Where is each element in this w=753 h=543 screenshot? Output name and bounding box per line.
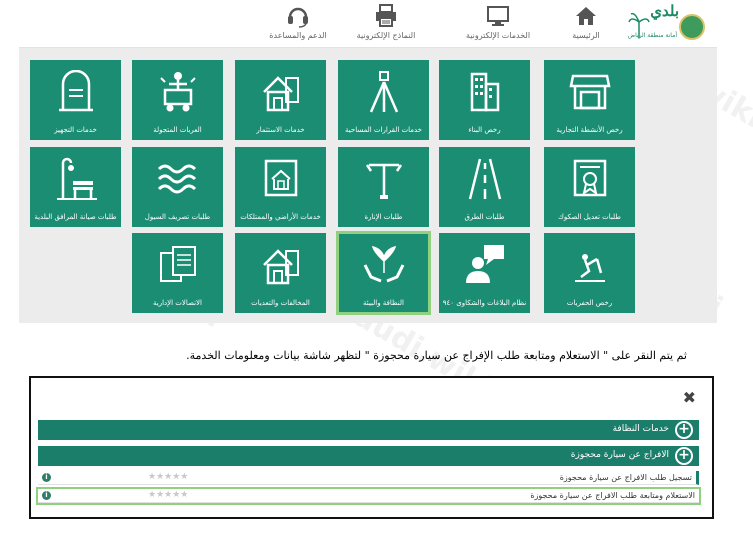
road-icon [468,158,501,200]
instruction-text: ثم يتم النقر على " الاستعلام ومتابعة طلب… [186,349,687,362]
tile-land-properties[interactable]: خدمات الأراضي والممتلكات [235,147,326,227]
expand-plus-icon[interactable]: + [675,421,693,439]
violation-house-icon [262,249,299,285]
rating-stars: ★★★★★ [148,472,189,482]
service-row-register-request[interactable]: i ★★★★★ تسجيل طلب الافراج عن سيارة محجوز… [38,471,699,485]
tile-cleanliness-environment[interactable]: النظافة والبيئة [336,231,431,315]
street-light-icon [365,163,402,199]
service-row-inquiry-followup[interactable]: i ★★★★★ الاستعلام ومتابعة طلب الافراج عن… [36,487,701,505]
headset-icon [288,7,308,28]
certificate-icon [573,159,606,197]
top-navbar: الرئيسية الخدمات الإلكترونية النماذج الإ… [19,0,717,48]
tile-complaints-940[interactable]: نظام البلاغات والشكاوى ٩٤٠ [439,233,530,313]
tile-label: خدمات الأراضي والممتلكات [240,213,321,221]
tile-label: خدمات القرارات المساحية [345,126,422,134]
tile-label: رخص البناء [468,126,501,134]
excavation-icon [574,254,605,282]
tile-admin-communications[interactable]: الاتصالات الإدارية [132,233,223,313]
tile-label: رخص الأنشطة التجارية [556,126,623,134]
home-icon [576,7,596,25]
tile-flood-drainage[interactable]: طلبات تصريف السيول [132,147,223,227]
documents-icon [159,246,196,282]
accordion-label: الافراج عن سيارة محجوزة [570,450,669,460]
nav-eforms[interactable]: النماذج الإلكترونية [343,2,429,46]
tile-label: نظام البلاغات والشكاوى ٩٤٠ [442,299,527,307]
tile-label: رخص الحفريات [566,299,613,307]
shop-icon [568,74,611,110]
complaint-icon [465,245,504,283]
nav-support-label: الدعم والمساعدة [269,31,327,40]
waves-icon [157,164,196,194]
tile-label: طلبات الطرق [464,213,505,221]
service-label: الاستعلام ومتابعة طلب الافراج عن سيارة م… [530,491,695,500]
tile-investment[interactable]: خدمات الاستثمار [235,60,326,140]
food-cart-icon [159,72,196,112]
tile-violations[interactable]: المخالفات والتعديات [235,233,326,313]
tile-label: النظافة والبيئة [363,299,404,307]
tile-label: خدمات الاستثمار [256,126,305,134]
tile-label: طلبات تعديل الصكوك [558,213,621,221]
tile-commercial-licenses[interactable]: رخص الأنشطة التجارية [544,60,635,140]
portal-screenshot: الرئيسية الخدمات الإلكترونية النماذج الإ… [19,0,717,323]
tile-lighting[interactable]: طلبات الإنارة [338,147,429,227]
nav-eservices[interactable]: الخدمات الإلكترونية [455,2,541,46]
tile-label: خدمات التجهيز [54,126,97,134]
expand-plus-icon[interactable]: + [675,447,693,465]
tile-mobile-vehicles[interactable]: العربات المتجولة [132,60,223,140]
tile-survey-decisions[interactable]: خدمات القرارات المساحية [338,60,429,140]
nav-eforms-label: النماذج الإلكترونية [356,31,416,40]
tile-roads[interactable]: طلبات الطرق [439,147,530,227]
logo-subtitle: أمانة منطقة الرياض [627,32,677,39]
tile-building-licenses[interactable]: رخص البناء [439,60,530,140]
accordion-cleanliness-services[interactable]: + خدمات النظافة [38,420,699,440]
nav-eservices-label: الخدمات الإلكترونية [465,31,531,40]
logo-title: بلدي [650,2,679,20]
tile-preparation-services[interactable]: خدمات التجهيز [30,60,121,140]
tile-label: طلبات تصريف السيول [144,213,211,221]
close-icon[interactable]: ✖ [683,390,696,406]
house-investment-icon [262,76,299,112]
rating-stars: ★★★★★ [148,490,189,500]
tile-label: المخالفات والتعديات [251,299,310,307]
tile-deed-amendment[interactable]: طلبات تعديل الصكوك [544,147,635,227]
survey-tripod-icon [369,71,398,113]
tile-label: العربات المتجولة [153,126,202,134]
monitor-icon [487,6,509,26]
info-icon[interactable]: i [42,491,51,500]
hands-plant-icon [363,245,404,283]
nav-support[interactable]: الدعم والمساعدة [255,2,341,46]
riyadh-emblem-icon [679,14,705,40]
tile-label: طلبات صيانة المرافق البلدية [34,213,117,221]
service-label: تسجيل طلب الافراج عن سيارة محجوزة [559,473,692,482]
tile-label: طلبات الإنارة [364,213,403,221]
building-icon [470,72,499,112]
accordion-vehicle-release[interactable]: + الافراج عن سيارة محجوزة [38,446,699,466]
service-panel: ✖ + خدمات النظافة + الافراج عن سيارة محج… [29,376,714,519]
blueprint-icon [264,159,297,197]
tile-excavation-licenses[interactable]: رخص الحفريات [544,233,635,313]
balady-logo[interactable]: بلدي أمانة منطقة الرياض [617,2,709,46]
accordion-label: خدمات النظافة [612,424,669,434]
info-icon[interactable]: i [42,473,51,482]
tombstone-icon [58,70,93,112]
park-bench-icon [56,157,97,200]
tile-facility-maintenance[interactable]: طلبات صيانة المرافق البلدية [30,147,121,227]
printer-icon [376,4,396,27]
tile-label: الاتصالات الإدارية [153,299,202,307]
